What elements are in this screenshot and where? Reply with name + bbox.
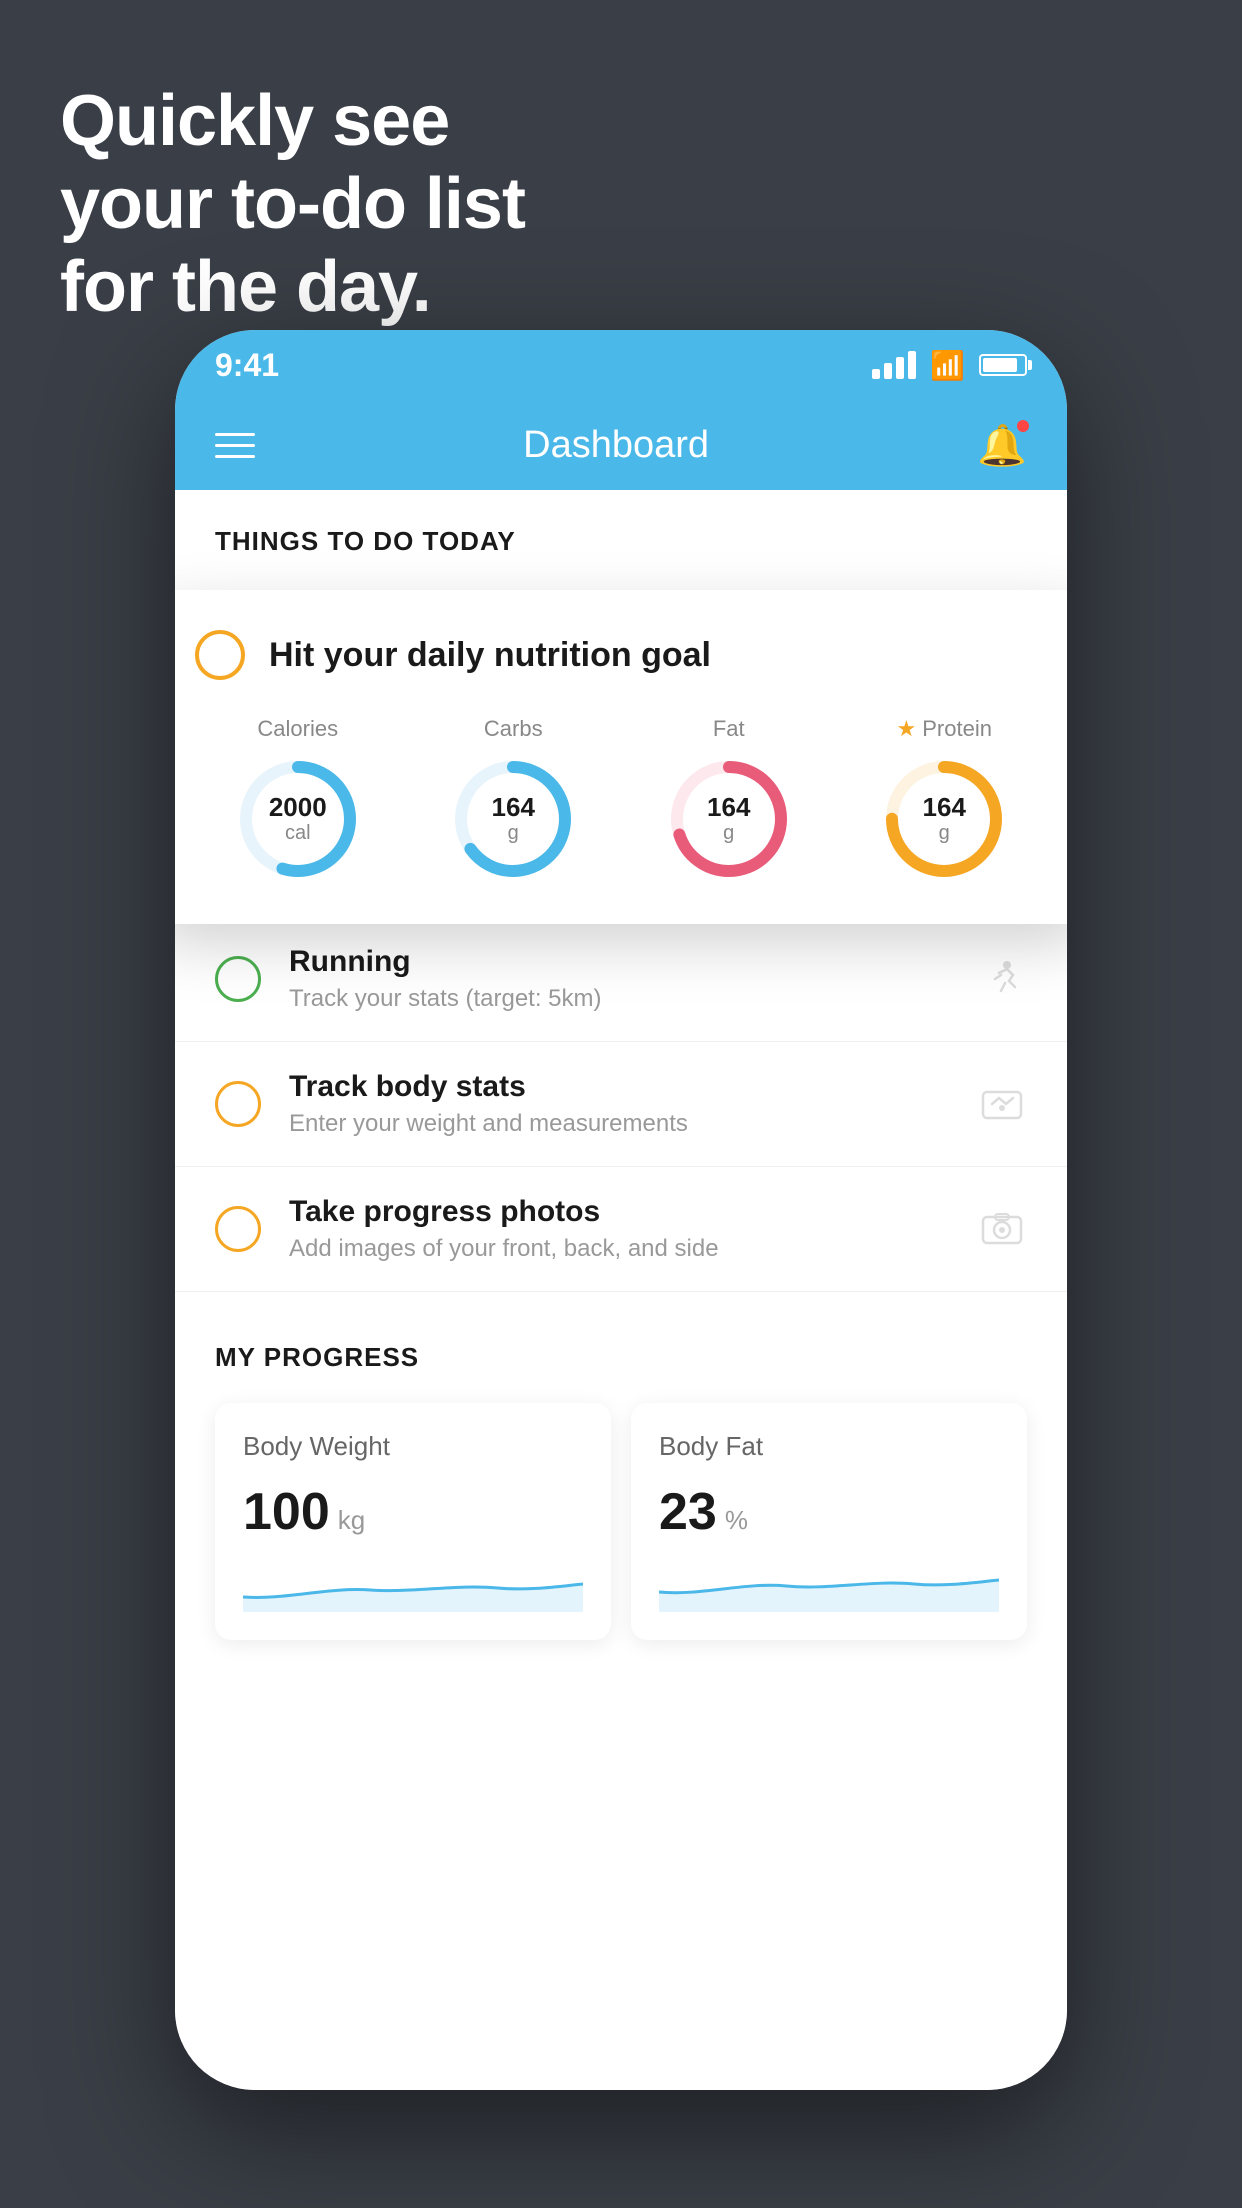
progress-cards: Body Weight 100 kg Body Fat: [215, 1403, 1027, 1640]
protein-value: 164 g: [923, 793, 966, 845]
calories-donut: 2000 cal: [233, 754, 363, 884]
app-header: Dashboard 🔔: [175, 400, 1067, 490]
calories-label: Calories: [257, 716, 338, 742]
body-fat-chart: [659, 1562, 999, 1612]
signal-bars-icon: [872, 351, 916, 379]
todo-item-photos[interactable]: Take progress photos Add images of your …: [175, 1167, 1067, 1292]
todo-subtitle: Enter your weight and measurements: [289, 1110, 949, 1138]
notification-button[interactable]: 🔔: [977, 422, 1027, 469]
progress-section-title: MY PROGRESS: [215, 1342, 1027, 1373]
running-icon: [977, 954, 1027, 1004]
calories-value: 2000 cal: [269, 793, 327, 845]
todo-title: Take progress photos: [289, 1195, 949, 1229]
todo-list: Running Track your stats (target: 5km) T…: [175, 917, 1067, 1292]
calories-stat: Calories 2000 cal: [233, 716, 363, 884]
body-weight-unit: kg: [338, 1505, 365, 1536]
body-weight-value-row: 100 kg: [243, 1482, 583, 1542]
todo-subtitle: Track your stats (target: 5km): [289, 985, 949, 1013]
status-icons: 📶: [872, 349, 1027, 382]
protein-stat: ★ Protein 164 g: [879, 716, 1009, 884]
status-time: 9:41: [215, 347, 279, 384]
body-weight-value: 100: [243, 1482, 330, 1542]
progress-section: MY PROGRESS Body Weight 100 kg: [175, 1292, 1067, 1670]
hamburger-icon: [215, 444, 255, 447]
todo-text: Running Track your stats (target: 5km): [289, 945, 949, 1013]
main-content: THINGS TO DO TODAY Hit your daily nutrit…: [175, 490, 1067, 2090]
star-icon: ★: [897, 716, 917, 742]
protein-label: ★ Protein: [897, 716, 992, 742]
hamburger-icon: [215, 455, 255, 458]
body-fat-unit: %: [725, 1505, 748, 1536]
fat-value: 164 g: [707, 793, 750, 845]
protein-donut: 164 g: [879, 754, 1009, 884]
todo-text: Track body stats Enter your weight and m…: [289, 1070, 949, 1138]
todo-circle: [215, 1206, 261, 1252]
headline: Quickly see your to-do list for the day.: [60, 80, 525, 328]
todo-title: Running: [289, 945, 949, 979]
body-fat-value: 23: [659, 1482, 717, 1542]
todo-subtitle: Add images of your front, back, and side: [289, 1235, 949, 1263]
todo-item-body-stats[interactable]: Track body stats Enter your weight and m…: [175, 1042, 1067, 1167]
nutrition-card: Hit your daily nutrition goal Calories: [175, 590, 1067, 924]
card-title-row: Hit your daily nutrition goal: [195, 630, 1047, 680]
task-circle: [195, 630, 245, 680]
wifi-icon: 📶: [930, 349, 965, 382]
section-title: THINGS TO DO TODAY: [175, 490, 1067, 577]
notification-badge: [1015, 418, 1031, 434]
hamburger-icon: [215, 433, 255, 436]
nutrition-stats: Calories 2000 cal: [195, 716, 1047, 884]
body-weight-title: Body Weight: [243, 1431, 583, 1462]
hamburger-menu-button[interactable]: [215, 433, 255, 458]
carbs-label: Carbs: [484, 716, 543, 742]
todo-circle: [215, 1081, 261, 1127]
carbs-stat: Carbs 164 g: [448, 716, 578, 884]
fat-donut: 164 g: [664, 754, 794, 884]
body-weight-chart: [243, 1562, 583, 1612]
body-fat-title: Body Fat: [659, 1431, 999, 1462]
header-title: Dashboard: [523, 424, 709, 467]
fat-label: Fat: [713, 716, 745, 742]
todo-text: Take progress photos Add images of your …: [289, 1195, 949, 1263]
body-weight-card[interactable]: Body Weight 100 kg: [215, 1403, 611, 1640]
carbs-donut: 164 g: [448, 754, 578, 884]
body-fat-value-row: 23 %: [659, 1482, 999, 1542]
todo-circle: [215, 956, 261, 1002]
battery-icon: [979, 354, 1027, 376]
todo-item-running[interactable]: Running Track your stats (target: 5km): [175, 917, 1067, 1042]
photo-icon: [977, 1204, 1027, 1254]
scale-icon: [977, 1079, 1027, 1129]
todo-title: Track body stats: [289, 1070, 949, 1104]
carbs-value: 164 g: [492, 793, 535, 845]
phone-frame: 9:41 📶 Dashboard 🔔 TH: [175, 330, 1067, 2090]
body-fat-card[interactable]: Body Fat 23 %: [631, 1403, 1027, 1640]
status-bar: 9:41 📶: [175, 330, 1067, 400]
card-title: Hit your daily nutrition goal: [269, 636, 711, 675]
fat-stat: Fat 164 g: [664, 716, 794, 884]
